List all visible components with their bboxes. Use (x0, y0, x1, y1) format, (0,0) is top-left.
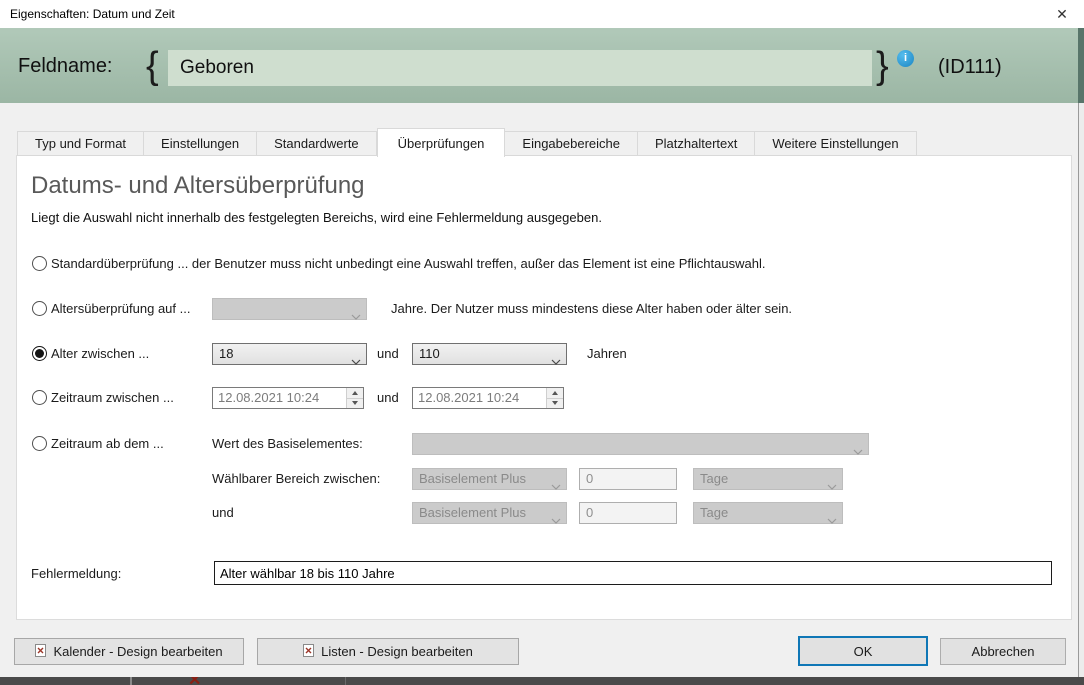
close-brace: } (876, 45, 889, 87)
button-label: Kalender - Design bearbeiten (53, 644, 223, 659)
error-message-input[interactable] (214, 561, 1052, 585)
conjunction-label: und (377, 346, 399, 361)
field-header: Feldname: { Geboren } i (ID111) (0, 28, 1078, 103)
tab-typ-und-format[interactable]: Typ und Format (17, 131, 145, 156)
document-icon (303, 643, 315, 660)
info-icon[interactable]: i (897, 50, 914, 67)
background-logo-icon: ✕ (188, 677, 201, 685)
age-from-dropdown[interactable]: 18 (212, 343, 367, 365)
tab-bar: Typ und Format Einstellungen Standardwer… (17, 127, 917, 157)
range-to-mode-dropdown: Basiselement Plus (412, 502, 567, 524)
button-label: Listen - Design bearbeiten (321, 644, 473, 659)
range-from-mode-dropdown: Basiselement Plus (412, 468, 567, 490)
fieldname-label: Feldname: (18, 55, 113, 77)
divider (130, 677, 132, 685)
tab-weitere-einstellungen[interactable]: Weitere Einstellungen (755, 131, 917, 156)
option-label: Alter zwischen ... (51, 346, 150, 361)
field-id: (ID111) (938, 56, 1002, 78)
spin-down-icon[interactable] (347, 398, 363, 408)
tab-einstellungen[interactable]: Einstellungen (144, 131, 258, 156)
date-to-spinner[interactable]: 12.08.2021 10:24 (412, 387, 564, 409)
tab-eingabebereiche[interactable]: Eingabebereiche (505, 131, 638, 156)
date-from-value: 12.08.2021 10:24 (218, 390, 320, 405)
option-suffix: Jahre. Der Nutzer muss mindestens diese … (391, 301, 793, 316)
age-to-value: 110 (419, 346, 440, 361)
window-title: Eigenschaften: Datum und Zeit (10, 7, 175, 21)
properties-dialog: Eigenschaften: Datum und Zeit ✕ Feldname… (0, 0, 1084, 685)
radio-altersueberpruefung-auf[interactable] (32, 301, 47, 316)
section-heading: Datums- und Altersüberprüfung (31, 172, 365, 199)
base-element-dropdown (412, 433, 869, 455)
error-message-row: Fehlermeldung: (17, 561, 1071, 585)
calendar-design-button[interactable]: Kalender - Design bearbeiten (14, 638, 244, 665)
conjunction-label: und (377, 390, 399, 405)
option-row-period-from: Zeitraum ab dem ... Wert des Basiselemen… (17, 433, 1071, 455)
radio-standardueberpruefung[interactable] (32, 256, 47, 271)
fieldname-input[interactable]: Geboren (168, 50, 872, 86)
chevron-down-icon (551, 351, 561, 371)
tab-content-panel: Datums- und Altersüberprüfung Liegt die … (16, 155, 1072, 620)
option-label: Zeitraum ab dem ... (51, 436, 164, 451)
chevron-down-icon (853, 441, 863, 461)
button-label: OK (853, 643, 873, 659)
chevron-down-icon (351, 306, 361, 326)
range-row-to: und Basiselement Plus 0 Tage (17, 502, 1071, 524)
range-from-unit-dropdown: Tage (693, 468, 843, 490)
option-row-standard: Standardüberprüfung ... der Benutzer mus… (17, 253, 1071, 275)
chevron-down-icon (351, 351, 361, 371)
range-to-unit: Tage (700, 505, 729, 520)
open-brace: { (146, 45, 159, 87)
chevron-down-icon (827, 476, 837, 496)
range-label: Wählbarer Bereich zwischen: (212, 471, 381, 486)
option-suffix: Jahren (587, 346, 627, 361)
spin-up-icon[interactable] (347, 388, 363, 399)
window-right-margin (1079, 103, 1084, 677)
chevron-down-icon (551, 476, 561, 496)
option-label: Altersüberprüfung auf ... (51, 301, 191, 316)
range-row-from: Wählbarer Bereich zwischen: Basiselement… (17, 468, 1071, 490)
range-to-unit-dropdown: Tage (693, 502, 843, 524)
range-to-value-field: 0 (579, 502, 677, 524)
range-from-unit: Tage (700, 471, 729, 486)
button-label: Abbrechen (971, 644, 1035, 659)
date-to-value: 12.08.2021 10:24 (418, 390, 520, 405)
ok-button[interactable]: OK (798, 636, 928, 666)
tab-standardwerte[interactable]: Standardwerte (257, 131, 377, 156)
tab-platzhaltertext[interactable]: Platzhaltertext (637, 131, 756, 156)
radio-alter-zwischen[interactable] (32, 346, 47, 361)
lists-design-button[interactable]: Listen - Design bearbeiten (257, 638, 519, 665)
document-icon (35, 643, 47, 660)
range-from-value-field: 0 (579, 468, 677, 490)
option-row-age-between: Alter zwischen ... 18 und 110 Jahren (17, 343, 1071, 365)
age-to-dropdown[interactable]: 110 (412, 343, 567, 365)
cancel-button[interactable]: Abbrechen (940, 638, 1066, 665)
close-icon[interactable]: ✕ (1048, 3, 1076, 25)
radio-zeitraum-zwischen[interactable] (32, 390, 47, 405)
range-from-mode: Basiselement Plus (419, 471, 526, 486)
radio-zeitraum-ab-dem[interactable] (32, 436, 47, 451)
section-description: Liegt die Auswahl nicht innerhalb des fe… (31, 210, 602, 225)
chevron-down-icon (827, 510, 837, 530)
error-message-label: Fehlermeldung: (31, 566, 122, 581)
titlebar: Eigenschaften: Datum und Zeit ✕ (0, 0, 1084, 28)
age-from-value: 18 (219, 346, 234, 361)
range-to-mode: Basiselement Plus (419, 505, 526, 520)
option-label: Standardüberprüfung ... der Benutzer mus… (51, 256, 766, 271)
spin-down-icon[interactable] (547, 398, 563, 408)
divider (345, 677, 346, 685)
tab-ueberpruefungen[interactable]: Überprüfungen (376, 128, 506, 157)
window-edge-header (1078, 28, 1084, 103)
chevron-down-icon (551, 510, 561, 530)
date-from-spinner[interactable]: 12.08.2021 10:24 (212, 387, 364, 409)
background-app-strip: ✕ (0, 677, 1084, 685)
age-min-dropdown (212, 298, 367, 320)
option-label: Zeitraum zwischen ... (51, 390, 174, 405)
base-element-label: Wert des Basiselementes: (212, 436, 363, 451)
option-row-age-min: Altersüberprüfung auf ... Jahre. Der Nut… (17, 298, 1071, 320)
spin-up-icon[interactable] (547, 388, 563, 399)
option-row-period-between: Zeitraum zwischen ... 12.08.2021 10:24 u… (17, 387, 1071, 409)
conjunction-label: und (212, 505, 234, 520)
